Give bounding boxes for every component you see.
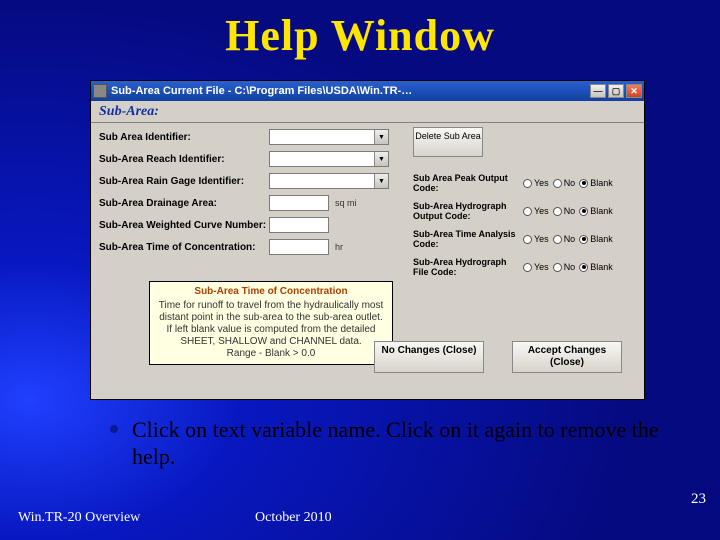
bullet-icon: [110, 425, 118, 433]
peak-blank-radio[interactable]: Blank: [579, 178, 613, 188]
identifier-combo[interactable]: ▼: [269, 129, 389, 145]
hydro-blank-radio[interactable]: Blank: [579, 206, 613, 216]
curve-input[interactable]: [269, 217, 329, 233]
app-window: Sub-Area Current File - C:\Program Files…: [90, 80, 645, 400]
label-time-code: Sub-Area Time Analysis Code:: [413, 229, 523, 249]
drainage-unit: sq mi: [335, 198, 357, 208]
label-raingage: Sub-Area Rain Gage Identifier:: [99, 176, 269, 187]
footer-left: Win.TR-20 Overview: [18, 510, 140, 526]
window-title-text: Sub-Area Current File - C:\Program Files…: [111, 85, 412, 97]
time-blank-radio[interactable]: Blank: [579, 234, 613, 244]
label-toc: Sub-Area Time of Concentration:: [99, 242, 269, 253]
drainage-input[interactable]: [269, 195, 329, 211]
minimize-button[interactable]: —: [590, 84, 606, 98]
label-file-code: Sub-Area Hydrograph File Code:: [413, 257, 523, 277]
close-button[interactable]: ✕: [626, 84, 642, 98]
peak-no-radio[interactable]: No: [553, 178, 576, 188]
slide-title: Help Window: [0, 0, 720, 61]
maximize-button[interactable]: ▢: [608, 84, 624, 98]
raingage-combo[interactable]: ▼: [269, 173, 389, 189]
label-peak-code: Sub Area Peak Output Code:: [413, 173, 523, 193]
label-hydro-code: Sub-Area Hydrograph Output Code:: [413, 201, 523, 221]
accept-changes-button[interactable]: Accept Changes (Close): [512, 341, 622, 373]
chevron-down-icon[interactable]: ▼: [374, 130, 388, 144]
no-changes-button[interactable]: No Changes (Close): [374, 341, 484, 373]
bullet-text: Click on text variable name. Click on it…: [132, 416, 660, 470]
footer-date: October 2010: [255, 510, 332, 526]
label-curve: Sub-Area Weighted Curve Number:: [99, 220, 269, 231]
chevron-down-icon[interactable]: ▼: [374, 174, 388, 188]
right-column: Sub Area Peak Output Code: Yes No Blank …: [413, 173, 637, 285]
peak-yes-radio[interactable]: Yes: [523, 178, 549, 188]
time-no-radio[interactable]: No: [553, 234, 576, 244]
time-yes-radio[interactable]: Yes: [523, 234, 549, 244]
label-identifier: Sub Area Identifier:: [99, 132, 269, 143]
delete-sub-area-button[interactable]: Delete Sub Area: [413, 127, 483, 157]
file-no-radio[interactable]: No: [553, 262, 576, 272]
toc-input[interactable]: [269, 239, 329, 255]
file-yes-radio[interactable]: Yes: [523, 262, 549, 272]
page-number: 23: [691, 491, 706, 508]
app-icon: [93, 84, 107, 98]
file-blank-radio[interactable]: Blank: [579, 262, 613, 272]
label-reach: Sub-Area Reach Identifier:: [99, 154, 269, 165]
hydro-no-radio[interactable]: No: [553, 206, 576, 216]
slide-bullet: Click on text variable name. Click on it…: [110, 416, 660, 470]
tooltip-title: Sub-Area Time of Concentration: [156, 286, 386, 298]
reach-combo[interactable]: ▼: [269, 151, 389, 167]
window-titlebar[interactable]: Sub-Area Current File - C:\Program Files…: [91, 81, 644, 101]
toc-unit: hr: [335, 242, 343, 252]
panel-subheader: Sub-Area:: [91, 101, 644, 123]
label-drainage: Sub-Area Drainage Area:: [99, 198, 269, 209]
form-area: Delete Sub Area Sub Area Identifier: ▼ S…: [91, 123, 644, 383]
hydro-yes-radio[interactable]: Yes: [523, 206, 549, 216]
chevron-down-icon[interactable]: ▼: [374, 152, 388, 166]
